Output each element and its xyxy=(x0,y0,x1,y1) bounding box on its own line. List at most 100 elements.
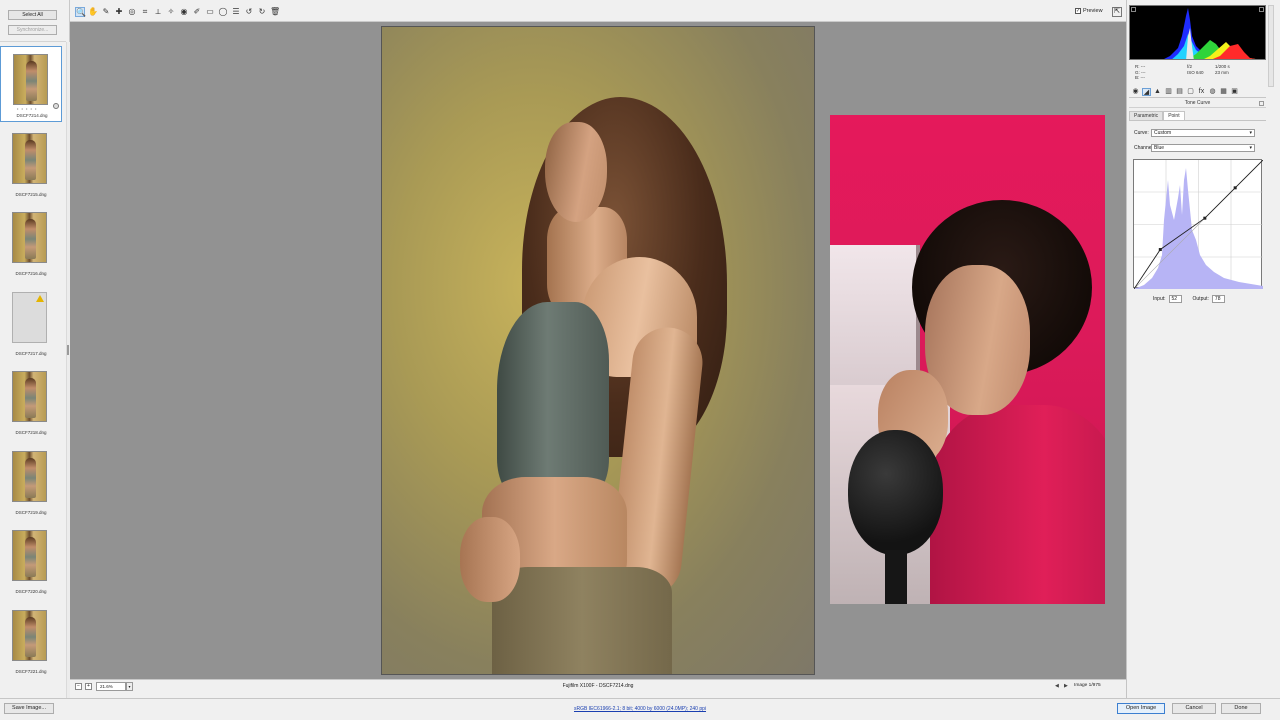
thumbnail-figure xyxy=(25,378,36,418)
filmstrip-thumbnail[interactable]: DSCF7216.dng xyxy=(0,205,62,281)
tab-point[interactable]: Point xyxy=(1163,111,1185,120)
presets-icon[interactable]: ▦ xyxy=(1219,88,1228,96)
thumbnail-image[interactable] xyxy=(13,54,48,105)
preferences-icon[interactable]: ☰ xyxy=(231,7,241,17)
rgb-readout: R: --- G: --- B: --- xyxy=(1135,64,1146,81)
split-toning-icon[interactable]: ▤ xyxy=(1175,88,1184,96)
filmstrip-thumbnail[interactable]: DSCF7217.dng xyxy=(0,285,62,361)
white-balance-icon[interactable]: ✎ xyxy=(101,7,111,17)
lens-icon[interactable]: ▢ xyxy=(1186,88,1195,96)
thumbnail-filename: DSCF7218.dng xyxy=(15,430,47,435)
thumbnail-image[interactable] xyxy=(12,132,47,184)
cancel-button[interactable]: Cancel xyxy=(1172,703,1216,714)
input-field[interactable]: 52 xyxy=(1168,295,1182,303)
previous-image-icon[interactable]: ◀ xyxy=(1055,683,1059,689)
next-image-icon[interactable]: ▶ xyxy=(1064,683,1068,689)
panel-menu-icon[interactable] xyxy=(1259,101,1264,106)
thumbnail-image[interactable] xyxy=(12,291,47,343)
zoom-icon[interactable]: 🔍 xyxy=(75,7,86,17)
thumbnail-rating[interactable]: • • • • • xyxy=(17,106,37,111)
curve-control-point[interactable] xyxy=(1233,186,1237,190)
image-canvas[interactable] xyxy=(70,22,1126,679)
adjustments-panel: R: --- G: --- B: --- f/2 1/200 s ISO 640 2… xyxy=(1126,0,1280,698)
targeted-adjustment-icon[interactable]: ◎ xyxy=(127,7,137,17)
channel-select[interactable]: Blue xyxy=(1151,144,1255,152)
thumbnail-filename: DSCF7214.dng xyxy=(16,113,48,118)
thumbnail-figure xyxy=(25,537,36,577)
webcam-person-shirt xyxy=(930,405,1105,604)
photo-subject-face xyxy=(545,122,607,222)
thumbnail-filename: DSCF7215.dng xyxy=(15,191,47,197)
synchronize-button[interactable]: Synchronize... xyxy=(8,25,57,35)
open-image-button[interactable]: Open Image xyxy=(1117,703,1165,714)
input-output-row: Input: 52 Output: 78 xyxy=(1153,295,1225,303)
hsl-icon[interactable]: ▥ xyxy=(1164,88,1173,96)
hand-icon[interactable]: ✋ xyxy=(88,7,98,17)
filmstrip-thumbnail[interactable]: DSCF7221.dng xyxy=(0,603,62,679)
rotate-ccw-icon[interactable]: ↺ xyxy=(244,7,254,17)
filmstrip-thumbnail[interactable]: DSCF7220.dng xyxy=(0,523,62,599)
spot-removal-icon[interactable]: ✧ xyxy=(166,7,176,17)
thumbnail-filename: DSCF7217.dng xyxy=(15,350,47,356)
thumbnail-image[interactable] xyxy=(12,212,47,263)
image-count: Image 1/975 xyxy=(1074,683,1101,688)
panel-scrollbar[interactable] xyxy=(1268,5,1274,87)
highlight-clipping-icon[interactable] xyxy=(1259,7,1264,12)
fullscreen-icon[interactable]: ⇱ xyxy=(1112,7,1122,17)
tone-curve-body: Curve: Custom Channel: Blue Inp xyxy=(1129,120,1266,310)
photo-subject-pants xyxy=(492,567,672,674)
trash-icon[interactable]: 🗑 xyxy=(270,7,280,17)
shadow-clipping-icon[interactable] xyxy=(1131,7,1136,12)
select-all-button[interactable]: Select All xyxy=(8,10,57,20)
thumbnail-filename: DSCF7216.dng xyxy=(15,271,47,276)
thumbnail-flag-icon[interactable] xyxy=(53,103,59,109)
warning-icon xyxy=(36,294,44,302)
main-photo-preview[interactable] xyxy=(381,26,815,675)
curve-control-point[interactable] xyxy=(1203,216,1207,220)
workflow-options-link[interactable]: sRGB IEC61966-2.1; 8 bit; 4000 by 6000 (… xyxy=(0,706,1280,712)
tone-curve-graph[interactable] xyxy=(1133,159,1264,290)
color-sampler-icon[interactable]: ✚ xyxy=(114,7,124,17)
photo-subject-hand xyxy=(460,517,520,602)
toolbar: 🔍 ✋ ✎ ✚ ◎ ⌗ ⟂ ✧ ◉ ✐ ▭ ◯ ☰ ↺ ↻ 🗑 ✓ Preview ⇱ xyxy=(70,0,1126,22)
thumbnail-filename: DSCF7219.dng xyxy=(15,509,47,515)
adjustment-brush-icon[interactable]: ✐ xyxy=(192,7,202,17)
aperture-icon[interactable]: ◉ xyxy=(1131,88,1140,96)
camera-calibration-icon[interactable]: ◍ xyxy=(1208,88,1217,96)
filmstrip-thumbnail[interactable]: DSCF7218.dng xyxy=(0,364,62,440)
tone-curve-svg[interactable] xyxy=(1133,159,1264,290)
preview-checkbox[interactable]: ✓ Preview xyxy=(1075,8,1103,14)
curve-control-point[interactable] xyxy=(1158,248,1162,252)
straighten-icon[interactable]: ⟂ xyxy=(153,7,163,17)
thumbnail-image[interactable] xyxy=(12,371,47,422)
input-label: Input: xyxy=(1153,296,1166,302)
tone-curve-icon[interactable]: ◢ xyxy=(1142,88,1151,96)
curve-select[interactable]: Custom xyxy=(1151,129,1255,137)
thumbnail-image[interactable] xyxy=(12,609,47,661)
filmstrip-thumbnail[interactable]: • • • • • DSCF7214.dng xyxy=(0,46,62,122)
radial-filter-icon[interactable]: ◯ xyxy=(218,7,228,17)
red-eye-icon[interactable]: ◉ xyxy=(179,7,189,17)
snapshots-icon[interactable]: ▣ xyxy=(1230,88,1239,96)
filmstrip-thumbnail[interactable]: DSCF7219.dng xyxy=(0,444,62,520)
webcam-overlay xyxy=(830,115,1105,604)
graduated-filter-icon[interactable]: ▭ xyxy=(205,7,215,17)
filmstrip-thumbnail[interactable]: DSCF7215.dng xyxy=(0,126,62,202)
bottom-bar: Save Image... sRGB IEC61966-2.1; 8 bit; … xyxy=(0,698,1280,720)
tone-curve-header: Tone Curve xyxy=(1129,99,1266,108)
crop-icon[interactable]: ⌗ xyxy=(140,7,150,17)
preview-checkbox-box[interactable]: ✓ xyxy=(1075,8,1081,14)
thumbnail-image[interactable] xyxy=(12,450,47,502)
curve-label: Curve: xyxy=(1134,130,1149,136)
fx-icon[interactable]: fx xyxy=(1197,88,1206,96)
thumbnail-image[interactable] xyxy=(12,530,47,581)
tab-parametric[interactable]: Parametric xyxy=(1129,111,1164,120)
detail-icon[interactable]: ▲ xyxy=(1153,88,1162,96)
rotate-cw-icon[interactable]: ↻ xyxy=(257,7,267,17)
iso-value: ISO 640 xyxy=(1187,69,1204,75)
output-field[interactable]: 78 xyxy=(1211,295,1225,303)
focal-length-value: 23 mm xyxy=(1215,69,1229,75)
filmstrip-resize-grip[interactable] xyxy=(67,345,69,355)
thumbnail-figure xyxy=(25,457,36,498)
done-button[interactable]: Done xyxy=(1221,703,1261,714)
